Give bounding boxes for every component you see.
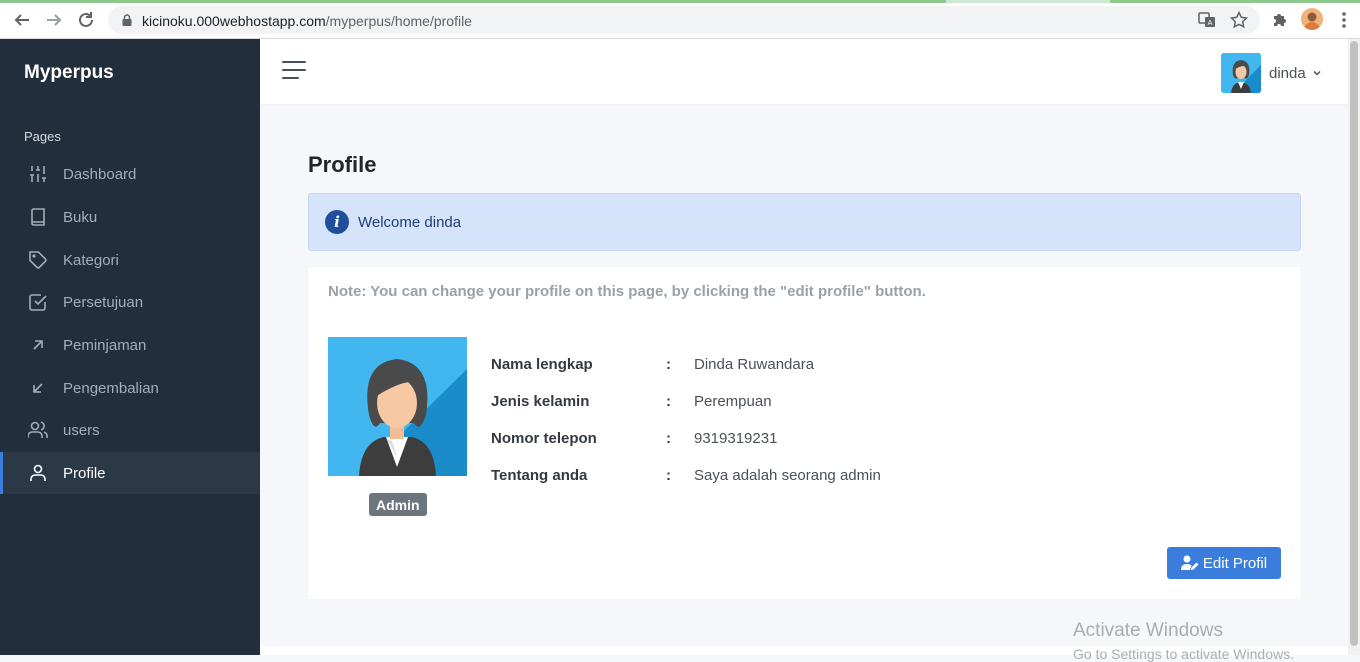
profile-note: Note: You can change your profile on thi… bbox=[328, 283, 926, 300]
sidebar-item-persetujuan[interactable]: Persetujuan bbox=[0, 281, 260, 323]
sidebar-item-profile[interactable]: Profile bbox=[0, 452, 260, 494]
arrow-up-right-icon bbox=[28, 335, 48, 355]
sidebar-item-label: Dashboard bbox=[63, 165, 137, 183]
sidebar-item-label: Kategori bbox=[63, 251, 119, 269]
users-icon bbox=[28, 420, 48, 440]
profile-details: Nama lengkap : Dinda Ruwandara Jenis kel… bbox=[491, 353, 1051, 501]
url-host: kicinoku.000webhostapp.com bbox=[142, 13, 326, 29]
user-icon bbox=[28, 463, 48, 483]
detail-row-nomor-telepon: Nomor telepon : 9319319231 bbox=[491, 427, 1051, 464]
sidebar-item-buku[interactable]: Buku bbox=[0, 196, 260, 238]
sidebar-section-label: Pages bbox=[24, 129, 61, 144]
url-text: kicinoku.000webhostapp.com/myperpus/home… bbox=[142, 13, 472, 29]
detail-row-tentang-anda: Tentang anda : Saya adalah seorang admin bbox=[491, 464, 1051, 501]
profile-card: Note: You can change your profile on thi… bbox=[308, 267, 1301, 599]
book-icon bbox=[28, 207, 48, 227]
address-bar[interactable]: kicinoku.000webhostapp.com/myperpus/home… bbox=[108, 6, 1260, 34]
brand-logo[interactable]: Myperpus bbox=[24, 62, 114, 84]
sidebar-item-label: Persetujuan bbox=[63, 293, 144, 311]
back-icon[interactable] bbox=[10, 8, 34, 32]
lock-icon bbox=[122, 14, 132, 26]
watermark-title: Activate Windows bbox=[1073, 620, 1223, 641]
sidebar-item-label: Pengembalian bbox=[63, 379, 159, 397]
role-badge: Admin bbox=[369, 493, 427, 516]
page-scrollbar[interactable] bbox=[1348, 39, 1360, 655]
translate-icon[interactable]: A bbox=[1198, 11, 1216, 29]
detail-value: Perempuan bbox=[694, 393, 772, 410]
sidebar: Myperpus Pages Dashboard Buku Kategori P… bbox=[0, 39, 260, 655]
profile-photo bbox=[328, 337, 467, 476]
detail-value: 9319319231 bbox=[694, 430, 778, 447]
sidebar-item-label: Peminjaman bbox=[63, 336, 147, 354]
page-title: Profile bbox=[308, 152, 377, 177]
detail-value: Dinda Ruwandara bbox=[694, 356, 815, 373]
extensions-puzzle-icon[interactable] bbox=[1270, 10, 1290, 30]
alert-message: Welcome dinda bbox=[358, 213, 462, 231]
edit-profile-label: Edit Profil bbox=[1202, 554, 1268, 572]
url-path: /myperpus/home/profile bbox=[325, 13, 472, 29]
check-square-icon bbox=[28, 292, 48, 312]
sidebar-item-label: users bbox=[63, 421, 100, 439]
user-dropdown[interactable]: dinda bbox=[1221, 53, 1322, 93]
detail-label: Nomor telepon bbox=[491, 430, 597, 447]
forward-icon[interactable] bbox=[42, 8, 66, 32]
chevron-down-icon bbox=[1313, 70, 1321, 76]
detail-label: Nama lengkap bbox=[491, 356, 593, 373]
bookmark-star-icon[interactable] bbox=[1230, 11, 1248, 29]
tag-icon bbox=[28, 250, 48, 270]
arrow-down-left-icon bbox=[28, 378, 48, 398]
welcome-alert: i Welcome dinda bbox=[308, 193, 1301, 251]
sliders-icon bbox=[28, 164, 48, 184]
sidebar-toggle-icon[interactable] bbox=[282, 61, 306, 81]
page-load-progress bbox=[0, 0, 1360, 3]
info-icon: i bbox=[325, 210, 349, 234]
sidebar-item-label: Profile bbox=[63, 464, 106, 482]
user-edit-icon bbox=[1180, 555, 1199, 570]
sidebar-item-peminjaman[interactable]: Peminjaman bbox=[0, 324, 260, 366]
sidebar-item-kategori[interactable]: Kategori bbox=[0, 239, 260, 281]
edit-profile-button[interactable]: Edit Profil bbox=[1167, 547, 1281, 579]
browser-toolbar: kicinoku.000webhostapp.com/myperpus/home… bbox=[0, 0, 1360, 39]
sidebar-item-label: Buku bbox=[63, 208, 98, 226]
username-label: dinda bbox=[1269, 64, 1306, 82]
scrollbar-thumb[interactable] bbox=[1350, 41, 1358, 646]
detail-separator: : bbox=[666, 393, 671, 410]
detail-value: Saya adalah seorang admin bbox=[694, 467, 881, 484]
sidebar-item-pengembalian[interactable]: Pengembalian bbox=[0, 367, 260, 409]
top-navbar: dinda bbox=[260, 39, 1348, 104]
detail-row-jenis-kelamin: Jenis kelamin : Perempuan bbox=[491, 390, 1051, 427]
reload-icon[interactable] bbox=[74, 8, 98, 32]
detail-separator: : bbox=[666, 430, 671, 447]
windows-activation-watermark: Activate Windows Go to Settings to activ… bbox=[1073, 620, 1294, 662]
watermark-subtitle: Go to Settings to activate Windows. bbox=[1073, 646, 1294, 662]
detail-separator: : bbox=[666, 467, 671, 484]
avatar bbox=[1221, 53, 1261, 93]
sidebar-item-dashboard[interactable]: Dashboard bbox=[0, 153, 260, 195]
detail-label: Tentang anda bbox=[491, 467, 588, 484]
browser-menu-icon[interactable] bbox=[1336, 10, 1352, 30]
svg-text:A: A bbox=[1208, 19, 1213, 27]
sidebar-item-users[interactable]: users bbox=[0, 409, 260, 451]
detail-row-nama: Nama lengkap : Dinda Ruwandara bbox=[491, 353, 1051, 390]
browser-profile-avatar[interactable] bbox=[1301, 8, 1323, 30]
detail-label: Jenis kelamin bbox=[491, 393, 590, 410]
detail-separator: : bbox=[666, 356, 671, 373]
